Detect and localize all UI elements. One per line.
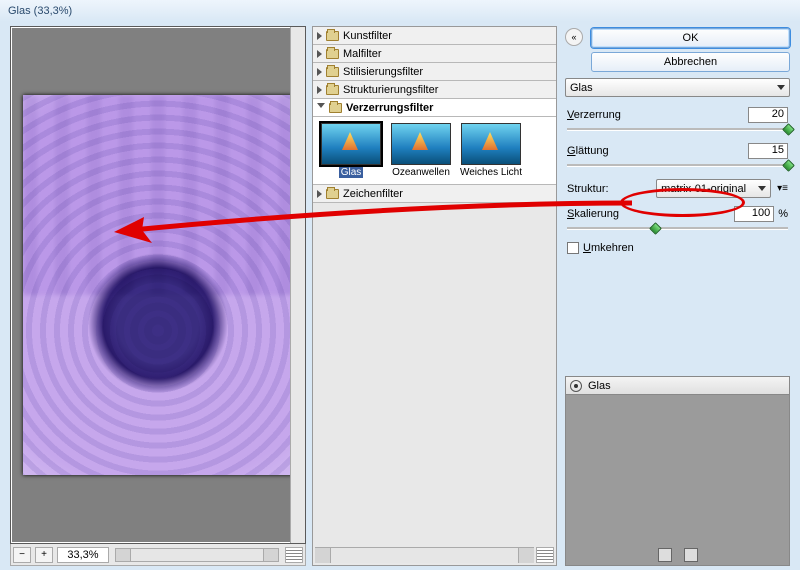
folder-icon [326,189,339,199]
thumb-weiches-licht[interactable]: Weiches Licht [459,123,523,178]
new-layer-icon[interactable] [658,548,672,562]
thumb-glas[interactable]: Glas [319,123,383,178]
glaettung-slider[interactable] [567,163,788,169]
folder-icon [326,67,339,77]
triangle-icon [317,103,325,112]
preview-image [23,95,293,475]
filter-categories-panel: Kunstfilter Malfilter Stilisierungsfilte… [312,26,557,566]
zoom-out-button[interactable]: − [13,547,31,563]
struktur-value: matrix-01-original [661,183,746,195]
preview-hscroll[interactable] [115,548,279,562]
category-label: Verzerrungsfilter [346,102,433,114]
preview-panel: − + 33,3% [0,22,310,570]
triangle-icon [317,68,322,76]
triangle-icon [317,190,322,198]
ok-button[interactable]: OK [591,28,790,48]
category-label: Kunstfilter [343,30,392,42]
category-strukturierungsfilter[interactable]: Strukturierungsfilter [313,81,556,99]
filter-thumbnails: Glas Ozeanwellen Weiches Licht [313,117,556,185]
preview-vscroll[interactable] [290,27,305,543]
chevron-down-icon [777,85,785,90]
triangle-icon [317,50,322,58]
folder-icon [329,103,342,113]
folder-icon [326,31,339,41]
workspace: − + 33,3% Kunstfilter Malfilter Stilisie… [0,22,800,570]
thumb-image [391,123,451,165]
category-stilisierungsfilter[interactable]: Stilisierungsfilter [313,63,556,81]
category-label: Stilisierungsfilter [343,66,423,78]
struktur-menu-icon[interactable]: ▾≡ [777,183,788,194]
chevron-down-icon [758,186,766,191]
category-verzerrungsfilter[interactable]: Verzerrungsfilter [313,99,556,117]
thumb-caption: Glas [339,167,364,178]
verzerrung-input[interactable]: 20 [748,107,788,123]
category-label: Zeichenfilter [343,188,403,200]
glaettung-label: Glättung [567,145,609,157]
layers-footer [566,545,789,565]
verzerrung-slider[interactable] [567,127,788,133]
glaettung-input[interactable]: 15 [748,143,788,159]
categories-hscroll[interactable] [315,547,534,563]
folder-icon [326,49,339,59]
category-zeichenfilter[interactable]: Zeichenfilter [313,185,556,203]
layer-name: Glas [588,380,611,392]
folder-icon [326,85,339,95]
preview-grid-icon[interactable] [285,547,303,563]
struktur-select[interactable]: matrix-01-original [656,179,771,198]
umkehren-checkbox[interactable] [567,242,579,254]
thumb-caption: Weiches Licht [460,167,522,178]
category-label: Strukturierungsfilter [343,84,438,96]
thumb-image [321,123,381,165]
zoom-in-button[interactable]: + [35,547,53,563]
thumb-ozeanwellen[interactable]: Ozeanwellen [389,123,453,178]
category-malfilter[interactable]: Malfilter [313,45,556,63]
skalierung-label: Skalierung [567,208,619,220]
skalierung-slider[interactable] [567,226,788,232]
zoom-level[interactable]: 33,3% [57,547,109,563]
verzerrung-label: Verzerrung [567,109,621,121]
thumb-caption: Ozeanwellen [392,167,450,178]
filter-select[interactable]: Glas [565,78,790,97]
window-title: Glas (33,3%) [0,0,800,22]
cancel-button[interactable]: Abbrechen [591,52,790,72]
skalierung-suffix: % [778,208,788,220]
struktur-label: Struktur: [567,183,609,195]
categories-grid-icon[interactable] [536,547,554,563]
filter-select-value: Glas [570,82,593,94]
collapse-icon[interactable]: « [565,28,583,46]
thumb-image [461,123,521,165]
preview-frame [10,26,306,544]
eye-icon[interactable] [570,380,582,392]
triangle-icon [317,86,322,94]
skalierung-input[interactable]: 100 [734,206,774,222]
umkehren-label: Umkehren [583,242,634,254]
triangle-icon [317,32,322,40]
trash-icon[interactable] [684,548,698,562]
category-label: Malfilter [343,48,382,60]
settings-panel: « OK Abbrechen Glas Verzerrung 20 Glättu… [559,22,800,570]
category-kunstfilter[interactable]: Kunstfilter [313,27,556,45]
layer-row[interactable]: Glas [566,377,789,395]
preview-toolbar: − + 33,3% [10,544,306,566]
effect-layers: Glas [565,376,790,566]
